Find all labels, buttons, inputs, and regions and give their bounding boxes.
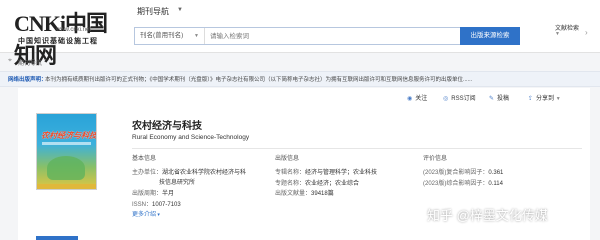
count-value: 39418篇 (311, 191, 334, 197)
chevron-down-icon: ▾ (156, 212, 160, 218)
evaluation-info-heading: 评价信息 (423, 156, 448, 162)
subject-value: 农业经济；农业综合 (305, 181, 360, 187)
comprehensive-key: (2023版)综合影响因子： (423, 181, 489, 187)
submit-button[interactable]: ✎ 投稿 (489, 93, 509, 102)
follow-button[interactable]: ◉ 关注 (407, 93, 427, 102)
topic-row: 专辑名称：经济与管理科学；农业科技 (275, 167, 377, 176)
count-row: 出版文献量：39418篇 (275, 188, 334, 197)
count-key: 出版文献量： (275, 191, 312, 197)
more-intro-link[interactable]: 更多介绍 ▾ (132, 209, 160, 218)
sponsor-value-cont: 技信息研究所 (159, 180, 196, 186)
chevron-down-icon: ▼ (194, 33, 199, 39)
composite-factor-row: (2023版)复合影响因子：0.361 (423, 167, 503, 176)
cover-title: 农村经济与科技 (40, 131, 97, 140)
topic-value: 经济与管理科学；农业科技 (305, 170, 378, 176)
sponsor-value: 湖北省农业科学院农村经济与科 (162, 170, 247, 176)
subject-row: 专题名称：农业经济；农业综合 (275, 178, 359, 187)
frequency-value: 半月 (162, 191, 175, 197)
basic-info-heading: 基本信息 (132, 156, 157, 162)
more-intro-label: 更多介绍 (132, 212, 157, 218)
rss-button[interactable]: ◎ RSS订阅 (443, 93, 476, 102)
composite-key: (2023版)复合影响因子： (423, 170, 489, 176)
comprehensive-factor-row: (2023版)综合影响因子：0.114 (423, 178, 503, 187)
search-field-select[interactable]: 刊名(曾用刊名) ▼ (135, 28, 205, 44)
search-input[interactable] (207, 28, 461, 44)
watermark: 知乎 @梓墨文化传媒 (427, 208, 548, 223)
search-field-label: 刊名(曾用刊名) (140, 32, 184, 39)
cover-bottom-band (37, 184, 96, 189)
notice-label: 网络出版声明： (8, 77, 47, 83)
chevron-down-icon: ▼ (555, 96, 561, 102)
issn-row: ISSN：1007-7103 (132, 199, 181, 208)
divider (132, 148, 582, 149)
cover-illustration (47, 156, 85, 180)
search-bar: 刊名(曾用刊名) ▼ (134, 27, 461, 45)
subject-key: 专题名称： (275, 181, 306, 187)
journal-english-title: Rural Economy and Science-Technology (132, 134, 250, 141)
location-icon: ⌖ (8, 57, 12, 64)
notice-text: 本刊为拥有纸质期刊出版许可的正式刊物；《中国学术期刊（光盘版）》电子杂志社有限公… (45, 77, 473, 83)
breadcrumb[interactable]: 期刊导航 (18, 58, 42, 67)
journal-title: 农村经济与科技 (132, 121, 202, 132)
publishing-info-heading: 出版信息 (275, 156, 300, 162)
chevron-down-icon[interactable]: ▼ (177, 7, 183, 13)
publication-notice: 网络出版声明： 本刊为拥有纸质期刊出版许可的正式刊物；《中国学术期刊（光盘版）》… (0, 71, 600, 87)
source-search-button[interactable]: 出版来源检索 (460, 27, 520, 45)
follow-label: 关注 (415, 96, 428, 102)
chevron-right-icon[interactable]: › (585, 28, 588, 37)
journal-cover-image[interactable]: 农村经济与科技 (36, 113, 97, 190)
share-button[interactable]: ⇪ 分享到 ▼ (528, 93, 561, 102)
logo-url: www.cnki.net (56, 27, 92, 33)
share-label: 分享到 (536, 96, 555, 102)
sponsor-row: 主办单位：湖北省农业科学院农村经济与科 (132, 167, 246, 176)
pen-icon: ✎ (489, 96, 495, 102)
chevron-down-icon[interactable]: ▼ (555, 31, 560, 37)
share-icon: ⇪ (528, 96, 534, 102)
composite-value: 0.361 (488, 170, 504, 176)
cnki-logo[interactable]: CNKi中国知网 www.cnki.net 中国知识基础设施工程 (14, 6, 114, 68)
frequency-key: 出版周期： (132, 191, 163, 197)
cover-action-tab[interactable] (36, 236, 78, 240)
sponsor-key: 主办单位： (132, 170, 163, 176)
issn-value: 1007-7103 (152, 202, 181, 208)
topic-key: 专辑名称： (275, 170, 306, 176)
rss-label: RSS订阅 (451, 96, 476, 102)
rss-icon: ◎ (443, 96, 449, 102)
eye-icon: ◉ (407, 96, 413, 102)
logo-tagline: 中国知识基础设施工程 (18, 38, 98, 45)
comprehensive-value: 0.114 (488, 181, 503, 187)
submit-label: 投稿 (497, 96, 510, 102)
issn-key: ISSN： (132, 202, 153, 208)
frequency-row: 出版周期：半月 (132, 188, 174, 197)
cover-stripe (42, 142, 91, 145)
journal-nav-menu[interactable]: 期刊导航 (137, 6, 169, 17)
